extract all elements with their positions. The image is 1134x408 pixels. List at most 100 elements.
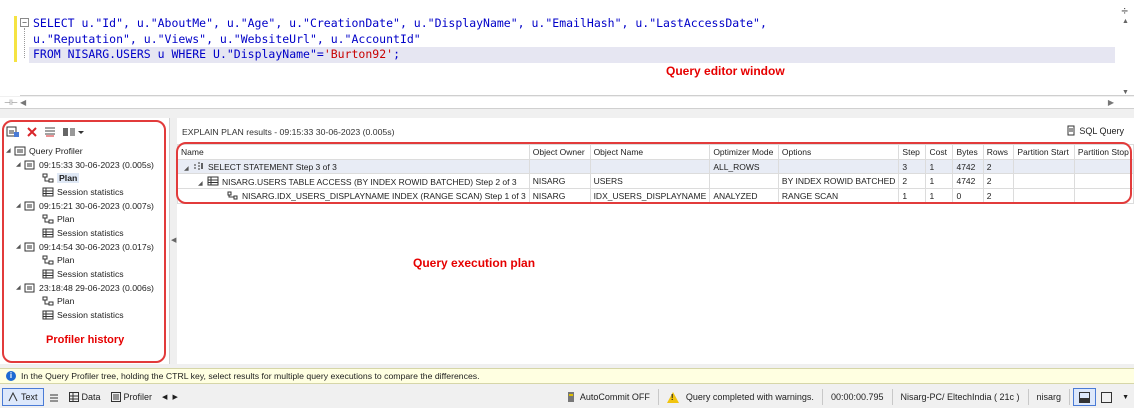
status-right: AutoCommit OFF Query completed with warn… — [560, 386, 1134, 408]
collapse-triangle-icon[interactable]: ◢ — [198, 180, 204, 187]
table-cell: 2 — [898, 173, 927, 190]
table-cell: 1 — [925, 173, 954, 190]
table-cell — [1013, 173, 1075, 190]
sql-code[interactable]: SELECT u."Id", u."AboutMe", u."Age", u."… — [29, 16, 1115, 63]
autocommit-status[interactable]: AutoCommit OFF — [560, 388, 655, 406]
tab-scroll-right-icon[interactable]: ▶ — [172, 388, 177, 406]
session-plan[interactable]: Plan — [6, 295, 166, 309]
table-cell: 0 — [952, 188, 984, 204]
scroll-left-icon[interactable]: ◀ — [20, 98, 26, 107]
table-access-icon — [207, 176, 219, 186]
query-editor[interactable]: − SELECT u."Id", u."AboutMe", u."Age", u… — [0, 0, 1134, 96]
sql-query-button[interactable]: SQL Query — [1066, 125, 1124, 136]
table-cell — [1013, 158, 1075, 175]
plan-icon — [42, 214, 54, 224]
table-cell — [1073, 173, 1134, 190]
column-header[interactable]: Cost — [925, 144, 954, 160]
info-bar: i In the Query Profiler tree, holding th… — [0, 368, 1134, 384]
layout-full-button[interactable] — [1096, 388, 1117, 406]
profiler-session[interactable]: ◢ 09:14:54 30-06-2023 (0.017s) — [6, 240, 166, 254]
table-cell — [589, 158, 711, 175]
collapse-panel-icon[interactable]: ◀ — [171, 236, 176, 244]
plan-icon — [42, 173, 54, 183]
tree-root[interactable]: ◢ Query Profiler — [6, 144, 166, 158]
table-cell: IDX_USERS_DISPLAYNAME — [589, 188, 711, 204]
collapse-triangle-icon[interactable]: ◢ — [6, 147, 14, 154]
session-plan[interactable]: Plan — [6, 254, 166, 268]
column-header[interactable]: Optimizer Mode — [709, 144, 779, 160]
session-icon — [24, 201, 35, 211]
collapse-icon[interactable]: − — [20, 18, 29, 27]
collapse-triangle-icon[interactable]: ◢ — [16, 243, 24, 250]
filter-icon[interactable] — [44, 126, 56, 138]
profiler-tree[interactable]: ◢ Query Profiler ◢ 09:15:33 30-06-2023 (0… — [6, 144, 166, 322]
profiler-session[interactable]: ◢ 23:18:48 29-06-2023 (0.006s) — [6, 281, 166, 295]
table-row[interactable]: NISARG.IDX_USERS_DISPLAYNAME INDEX (RANG… — [177, 188, 1134, 204]
session-statistics[interactable]: Session statistics — [6, 267, 166, 281]
editor-horizontal-scrollbar[interactable]: ⊣⊢ ◀ ▶ — [0, 97, 1134, 109]
session-plan[interactable]: Plan — [6, 171, 166, 185]
column-header[interactable]: Partition Start — [1013, 144, 1075, 160]
session-icon — [24, 160, 35, 170]
table-cell: ANALYZED — [709, 188, 779, 204]
statistics-icon — [42, 228, 54, 238]
session-plan[interactable]: Plan — [6, 212, 166, 226]
table-cell: 2 — [982, 173, 1015, 190]
status-separator — [657, 389, 659, 405]
session-statistics[interactable]: Session statistics — [6, 226, 166, 240]
profiler-tab[interactable]: Profiler — [106, 388, 158, 406]
table-cell: 3 — [898, 158, 927, 175]
table-cell: 1 — [925, 188, 954, 204]
session-statistics[interactable]: Session statistics — [6, 308, 166, 322]
collapse-triangle-icon[interactable]: ◢ — [184, 165, 190, 172]
results-header: EXPLAIN PLAN results - 09:15:33 30-06-20… — [182, 127, 395, 137]
text-tab[interactable]: Text — [2, 388, 44, 406]
tab-scroll-left-icon[interactable]: ◀ — [157, 388, 172, 406]
split-editor-icon[interactable]: ÷ — [1121, 4, 1128, 18]
collapse-triangle-icon[interactable]: ◢ — [16, 202, 24, 209]
panel-splitter[interactable]: ◀ — [170, 118, 177, 364]
table-cell: ◢ NISARG.USERS TABLE ACCESS (BY INDEX ROW… — [177, 173, 530, 190]
column-header[interactable]: Options — [777, 144, 900, 160]
plan-table[interactable]: Name Object Owner Object Name Optimizer Mod… — [177, 144, 1134, 204]
layout-options-icon[interactable]: ▼ — [1117, 388, 1134, 406]
profiler-tree-icon[interactable] — [6, 126, 20, 138]
column-header[interactable]: Object Owner — [528, 144, 591, 160]
scroll-up-icon[interactable]: ▲ — [1122, 18, 1129, 25]
collapse-triangle-icon[interactable]: ◢ — [16, 161, 24, 168]
data-tab[interactable]: Data — [64, 388, 106, 406]
fold-guide — [24, 28, 25, 58]
table-row[interactable]: ◢ SELECT STATEMENT Step 3 of 3 ALL_ROWS 3 1 4… — [177, 158, 1134, 175]
column-header[interactable]: Partition Stop — [1073, 144, 1134, 160]
collapse-triangle-icon[interactable]: ◢ — [16, 284, 24, 291]
column-header[interactable]: Name — [177, 144, 530, 160]
scroll-down-icon[interactable]: ▼ — [1122, 89, 1129, 96]
profiler-toolbar — [6, 122, 84, 142]
info-icon: i — [6, 371, 16, 381]
grid-toggle-button[interactable] — [44, 388, 64, 406]
table-row[interactable]: ◢ NISARG.USERS TABLE ACCESS (BY INDEX ROW… — [177, 173, 1134, 190]
grid-icon — [49, 394, 58, 402]
session-statistics[interactable]: Session statistics — [6, 185, 166, 199]
delete-icon[interactable] — [26, 126, 38, 138]
editor-vertical-scrollbar[interactable]: ▲ ▼ — [1118, 18, 1134, 96]
table-cell: 4742 — [952, 173, 984, 190]
statistics-icon — [42, 269, 54, 279]
profiler-history-panel: ◢ Query Profiler ◢ 09:15:33 30-06-2023 (0… — [0, 118, 170, 364]
profiler-session[interactable]: ◢ 09:15:21 30-06-2023 (0.007s) — [6, 199, 166, 213]
layout-bottom-button[interactable] — [1073, 388, 1097, 406]
layout-full-icon — [1101, 391, 1113, 403]
compare-icon[interactable] — [62, 126, 84, 138]
table-cell — [709, 173, 779, 190]
column-header[interactable]: Object Name — [589, 144, 711, 160]
column-header[interactable]: Rows — [982, 144, 1015, 160]
profiler-session[interactable]: ◢ 09:15:33 30-06-2023 (0.005s) — [6, 158, 166, 172]
code-line-2: u."Reputation", u."Views", u."WebsiteUrl… — [33, 31, 421, 46]
split-handle-icon[interactable]: ⊣⊢ — [4, 98, 18, 107]
column-header[interactable]: Bytes — [952, 144, 984, 160]
column-header[interactable]: Step — [898, 144, 927, 160]
explain-plan-panel: EXPLAIN PLAN results - 09:15:33 30-06-20… — [177, 118, 1134, 364]
table-cell: 4742 — [952, 158, 984, 175]
scroll-right-icon[interactable]: ▶ — [1108, 98, 1114, 107]
plan-annotation: Query execution plan — [413, 256, 536, 270]
